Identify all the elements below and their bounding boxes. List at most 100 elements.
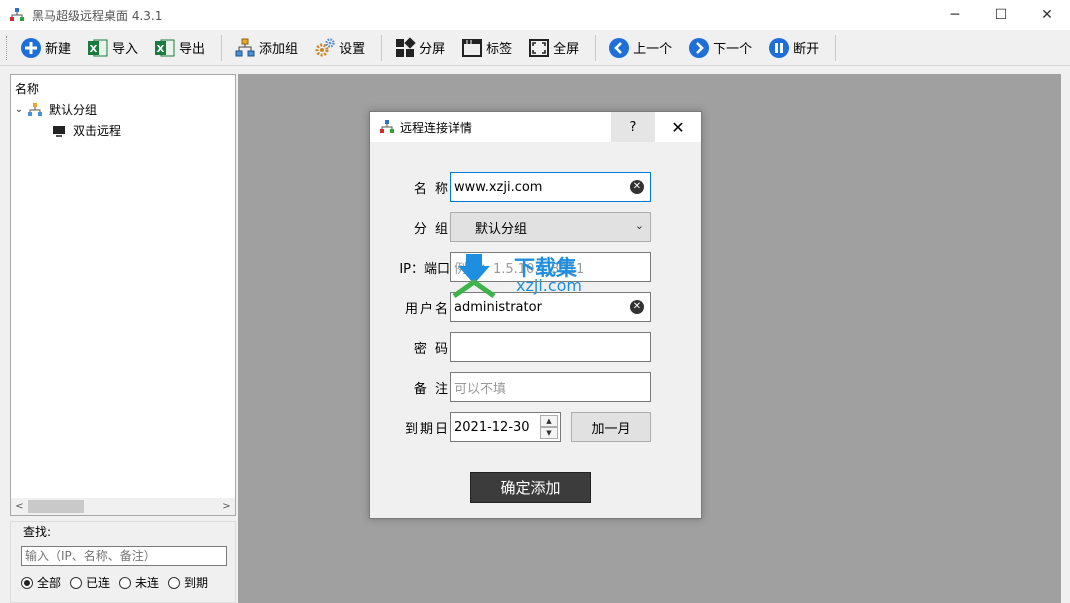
export-button[interactable]: X 导出: [148, 33, 211, 63]
confirm-add-button[interactable]: 确定添加: [470, 472, 591, 503]
tree-column-header: 名称: [15, 82, 40, 96]
svg-text:X: X: [90, 44, 98, 55]
tree-item-label: 双击远程: [73, 124, 122, 138]
username-value: administrator: [454, 299, 542, 315]
search-input[interactable]: [21, 546, 227, 566]
spin-down-icon[interactable]: ▼: [540, 427, 558, 439]
add-group-button[interactable]: 添加组: [228, 33, 304, 63]
clear-icon[interactable]: ✕: [630, 180, 644, 194]
app-logo-icon: [380, 120, 394, 134]
password-row: 密 码: [370, 332, 703, 362]
filter-unconnected-label: 未连: [135, 576, 160, 590]
name-value: www.xzji.com: [454, 179, 543, 195]
next-button[interactable]: 下一个: [682, 33, 758, 63]
filter-connected-radio[interactable]: 已连: [70, 574, 110, 591]
scroll-right-icon[interactable]: >: [218, 501, 235, 512]
tabs-window-icon: [461, 37, 483, 59]
close-button[interactable]: ✕: [1024, 0, 1070, 30]
group-value: 默认分组: [475, 221, 528, 237]
split-screen-button[interactable]: 分屏: [388, 33, 451, 63]
filter-connected-label: 已连: [86, 576, 111, 590]
title-bar: 黑马超级远程桌面 4.3.1 ─ ☐ ✕: [0, 0, 1070, 30]
note-row: 备 注 可以不填: [370, 372, 703, 402]
previous-button[interactable]: 上一个: [602, 33, 678, 63]
group-select[interactable]: 默认分组 ⌄: [450, 212, 651, 242]
tabs-label: 标签: [486, 42, 513, 57]
connection-tree[interactable]: 名称 ⌄ 默认分组 双击远程 < >: [10, 74, 236, 516]
toolbar-separator: [835, 34, 837, 61]
connection-detail-dialog: 远程连接详情 ? ✕ 名 称 www.xzji.com ✕ 分 组 默认分组 ⌄…: [369, 111, 702, 519]
app-logo-icon: [10, 8, 24, 22]
toolbar-separator: [221, 34, 223, 61]
tree-group-label: 默认分组: [49, 103, 98, 117]
fullscreen-button[interactable]: 全屏: [522, 33, 585, 63]
import-label: 导入: [112, 42, 139, 57]
pause-circle-icon: [768, 37, 790, 59]
name-label: 名 称: [413, 181, 450, 197]
note-input[interactable]: 可以不填: [450, 372, 651, 402]
settings-button[interactable]: 设置: [308, 33, 371, 63]
previous-label: 上一个: [633, 42, 673, 57]
watermark-logo: 下载集 xzji.com: [452, 252, 602, 299]
import-button[interactable]: X 导入: [81, 33, 144, 63]
radio-selected-icon: [21, 576, 33, 589]
excel-export-icon: X: [154, 37, 176, 59]
name-input[interactable]: www.xzji.com ✕: [450, 172, 651, 202]
toolbar: 新建 X 导入 X 导出 添加组 设置 分屏 标签 全屏 上一个 下一个 断开: [0, 30, 1070, 66]
minimize-button[interactable]: ─: [932, 0, 978, 30]
filter-expired-radio[interactable]: 到期: [168, 574, 208, 591]
filter-all-label: 全部: [37, 576, 62, 590]
new-button[interactable]: 新建: [14, 33, 77, 63]
plus-circle-icon: [20, 37, 42, 59]
filter-expired-label: 到期: [184, 576, 209, 590]
name-row: 名 称 www.xzji.com ✕: [370, 172, 703, 202]
clear-icon[interactable]: ✕: [630, 300, 644, 314]
dialog-close-button[interactable]: ✕: [655, 112, 701, 142]
excel-import-icon: X: [87, 37, 109, 59]
maximize-button[interactable]: ☐: [978, 0, 1024, 30]
tree-item-row[interactable]: 双击远程: [11, 120, 235, 141]
dialog-title-bar: 远程连接详情 ? ✕: [370, 112, 701, 142]
gears-icon: [314, 37, 336, 59]
group-row: 分 组 默认分组 ⌄: [370, 212, 703, 242]
settings-label: 设置: [339, 42, 366, 57]
password-input[interactable]: [450, 332, 651, 362]
disconnect-button[interactable]: 断开: [762, 33, 825, 63]
note-placeholder: 可以不填: [454, 381, 507, 397]
svg-text:X: X: [157, 44, 165, 55]
help-button[interactable]: ?: [611, 112, 655, 142]
toolbar-grip[interactable]: [6, 35, 8, 60]
scroll-left-icon[interactable]: <: [11, 501, 28, 512]
dialog-title: 远程连接详情: [400, 120, 473, 135]
chevron-down-icon[interactable]: ⌄: [11, 104, 27, 115]
filter-radio-group: 全部 已连 未连 到期: [21, 574, 217, 591]
filter-unconnected-radio[interactable]: 未连: [119, 574, 159, 591]
chevron-down-icon: ⌄: [634, 219, 644, 232]
spin-up-icon[interactable]: ▲: [540, 415, 558, 427]
split-screen-label: 分屏: [419, 42, 446, 57]
disconnect-label: 断开: [793, 42, 820, 57]
chevron-right-circle-icon: [688, 37, 710, 59]
split-grid-icon: [394, 36, 416, 59]
group-tree-icon: [234, 37, 256, 59]
expiry-value: 2021-12-30: [454, 419, 530, 435]
expiry-label: 到期日: [404, 421, 450, 437]
fullscreen-label: 全屏: [553, 42, 580, 57]
add-group-label: 添加组: [259, 42, 299, 57]
search-label: 查找:: [21, 523, 54, 540]
expiry-date-input[interactable]: 2021-12-30 ▲ ▼: [450, 412, 561, 442]
toolbar-separator: [381, 34, 383, 61]
tabs-button[interactable]: 标签: [455, 33, 518, 63]
scrollbar-thumb[interactable]: [28, 500, 84, 513]
expiry-row: 到期日 2021-12-30 ▲ ▼ 加一月: [370, 412, 703, 442]
add-month-button[interactable]: 加一月: [571, 412, 651, 442]
date-spinner[interactable]: ▲ ▼: [540, 415, 558, 439]
tree-group-row[interactable]: ⌄ 默认分组: [11, 99, 235, 120]
filter-all-radio[interactable]: 全部: [21, 574, 61, 591]
next-label: 下一个: [713, 42, 753, 57]
radio-empty-icon: [168, 576, 181, 589]
export-label: 导出: [179, 42, 206, 57]
monitor-icon: [51, 123, 67, 139]
radio-empty-icon: [70, 576, 83, 589]
horizontal-scrollbar[interactable]: < >: [11, 498, 235, 515]
